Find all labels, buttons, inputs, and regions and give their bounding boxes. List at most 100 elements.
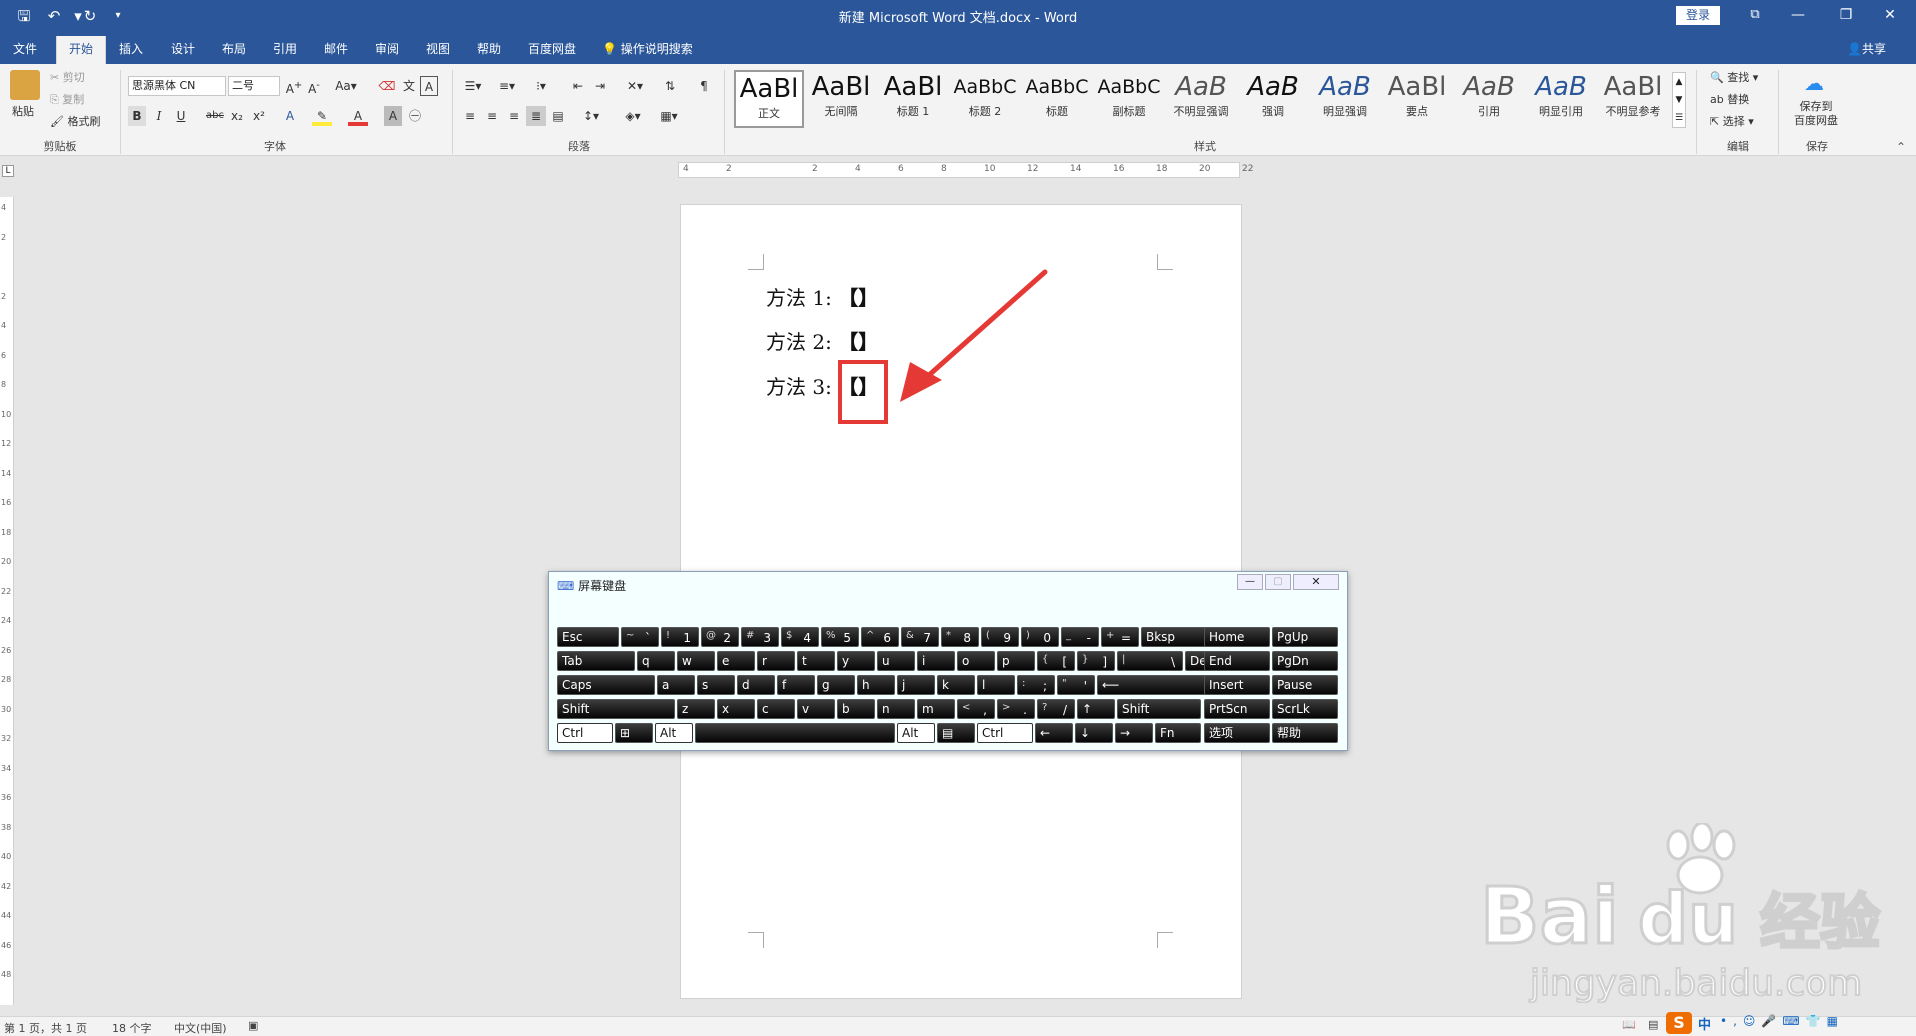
osk-key[interactable]: ! 1: [661, 627, 699, 647]
osk-key[interactable]: PgUp: [1272, 627, 1338, 647]
osk-key[interactable]: ↓: [1075, 723, 1113, 743]
osk-key[interactable]: c: [757, 699, 795, 719]
style-6[interactable]: AaB 不明显强调: [1166, 70, 1236, 128]
osk-minimize-icon[interactable]: —: [1237, 574, 1263, 590]
osk-key[interactable]: s: [697, 675, 735, 695]
style-1[interactable]: AaBl 无间隔: [806, 70, 876, 128]
align-right-icon[interactable]: ≡: [504, 106, 524, 126]
text-effects-icon[interactable]: A: [280, 106, 300, 126]
osk-key[interactable]: →: [1115, 723, 1153, 743]
document-line-1[interactable]: 方法 1: 【】: [766, 282, 878, 311]
close-icon[interactable]: ✕: [1872, 3, 1908, 27]
vertical-ruler[interactable]: 4 2 2 4 6 8 10 12 14 16 18 20 22 24 26 28 30 32 34 36 38 40 42…: [0, 197, 14, 1005]
osk-close-icon[interactable]: ✕: [1293, 574, 1339, 590]
style-3[interactable]: AaBbC 标题 2: [950, 70, 1020, 128]
osk-key[interactable]: g: [817, 675, 855, 695]
osk-key[interactable]: i: [917, 651, 955, 671]
tab-baidu-netdisk[interactable]: 百度网盘: [520, 36, 584, 64]
decrease-indent-icon[interactable]: ⇤: [568, 76, 588, 96]
osk-key[interactable]: ▤: [937, 723, 975, 743]
font-name-combo[interactable]: 思源黑体 CN: [128, 76, 226, 96]
change-case-icon[interactable]: Aa▾: [334, 76, 358, 96]
paste-icon[interactable]: [10, 70, 40, 100]
shrink-font-icon[interactable]: A-: [305, 76, 323, 96]
style-11[interactable]: AaB 明显引用: [1526, 70, 1596, 128]
tell-me-search[interactable]: 💡 操作说明搜索: [602, 36, 693, 64]
font-size-combo[interactable]: 二号: [228, 76, 280, 96]
gallery-scroll[interactable]: ▲ ▼ ☰: [1672, 72, 1686, 128]
language-status[interactable]: 中文(中国): [174, 1020, 227, 1036]
osk-key[interactable]: ? /: [1037, 699, 1075, 719]
osk-key[interactable]: f: [777, 675, 815, 695]
osk-key[interactable]: v: [797, 699, 835, 719]
osk-key[interactable]: Insert: [1204, 675, 1270, 695]
osk-key[interactable]: Ctrl: [977, 723, 1033, 743]
phonetic-guide-icon[interactable]: 文: [400, 76, 418, 96]
tab-view[interactable]: 视图: [417, 36, 459, 64]
osk-key[interactable]: Shift: [557, 699, 675, 719]
style-7[interactable]: AaB 强调: [1238, 70, 1308, 128]
save-to-baidu-button[interactable]: 保存到 百度网盘: [1788, 100, 1844, 127]
highlight-icon[interactable]: ✎: [312, 106, 332, 126]
select-button[interactable]: ⇱ 选择 ▾: [1710, 112, 1754, 132]
osk-key[interactable]: x: [717, 699, 755, 719]
tab-layout[interactable]: 布局: [213, 36, 255, 64]
style-9[interactable]: AaBl 要点: [1382, 70, 1452, 128]
osk-key[interactable]: Tab: [557, 651, 635, 671]
print-layout-icon[interactable]: ▤: [1648, 1018, 1658, 1031]
numbering-icon[interactable]: ≡▾: [494, 76, 520, 96]
osk-key[interactable]: $4: [781, 627, 819, 647]
document-line-2[interactable]: 方法 2: 【】: [766, 326, 878, 355]
osk-key[interactable]: :;: [1017, 675, 1055, 695]
osk-key[interactable]: ←: [1035, 723, 1073, 743]
font-color-icon[interactable]: A: [348, 106, 368, 126]
osk-key[interactable]: {[: [1037, 651, 1075, 671]
bullets-icon[interactable]: ☰▾: [460, 76, 486, 96]
enclose-char-icon[interactable]: ㊀: [406, 106, 424, 126]
osk-key[interactable]: Ctrl: [557, 723, 613, 743]
osk-key[interactable]: a: [657, 675, 695, 695]
macro-icon[interactable]: ▣: [248, 1019, 258, 1032]
tab-design[interactable]: 设计: [162, 36, 204, 64]
osk-key[interactable]: }]: [1077, 651, 1115, 671]
read-mode-icon[interactable]: 📖: [1622, 1018, 1636, 1031]
char-shading-icon[interactable]: A: [384, 106, 402, 126]
osk-key[interactable]: o: [957, 651, 995, 671]
osk-key[interactable]: n: [877, 699, 915, 719]
sogou-ime-icon[interactable]: S: [1666, 1012, 1692, 1034]
osk-key[interactable]: ScrLk: [1272, 699, 1338, 719]
baidu-cloud-icon[interactable]: ☁: [1801, 72, 1827, 94]
osk-maximize-icon[interactable]: ▢: [1265, 574, 1291, 590]
tab-selector[interactable]: L: [2, 165, 14, 177]
justify-icon[interactable]: ≣: [526, 106, 546, 126]
style-10[interactable]: AaB 引用: [1454, 70, 1524, 128]
find-button[interactable]: 🔍 查找 ▾: [1710, 68, 1758, 88]
replace-button[interactable]: ab 替换: [1710, 90, 1749, 110]
asian-layout-icon[interactable]: ✕▾: [622, 76, 648, 96]
line-spacing-icon[interactable]: ↕▾: [578, 106, 604, 126]
bold-button[interactable]: B: [128, 106, 146, 126]
multilevel-list-icon[interactable]: ⁝▾: [528, 76, 554, 96]
osk-key[interactable]: q: [637, 651, 675, 671]
osk-key[interactable]: | \: [1117, 651, 1183, 671]
osk-key[interactable]: Bksp: [1141, 627, 1207, 647]
osk-key[interactable]: #3: [741, 627, 779, 647]
tab-mailings[interactable]: 邮件: [315, 36, 357, 64]
osk-key[interactable]: Esc: [557, 627, 619, 647]
osk-key[interactable]: t: [797, 651, 835, 671]
word-count[interactable]: 18 个字: [112, 1020, 152, 1036]
osk-key[interactable]: >.: [997, 699, 1035, 719]
cut-button[interactable]: ✂ 剪切: [50, 68, 85, 88]
osk-key[interactable]: @2: [701, 627, 739, 647]
ime-mode[interactable]: 中: [1698, 1014, 1711, 1033]
copy-button[interactable]: ⎘ 复制: [50, 90, 84, 110]
osk-key[interactable]: ~ `: [621, 627, 659, 647]
sort-icon[interactable]: ⇅: [660, 76, 680, 96]
ribbon-display-icon[interactable]: ⧉: [1737, 3, 1773, 27]
osk-key[interactable]: b: [837, 699, 875, 719]
tab-references[interactable]: 引用: [264, 36, 306, 64]
osk-key[interactable]: Home: [1204, 627, 1270, 647]
tab-review[interactable]: 审阅: [366, 36, 408, 64]
osk-key[interactable]: End: [1204, 651, 1270, 671]
borders-icon[interactable]: ▦▾: [656, 106, 682, 126]
